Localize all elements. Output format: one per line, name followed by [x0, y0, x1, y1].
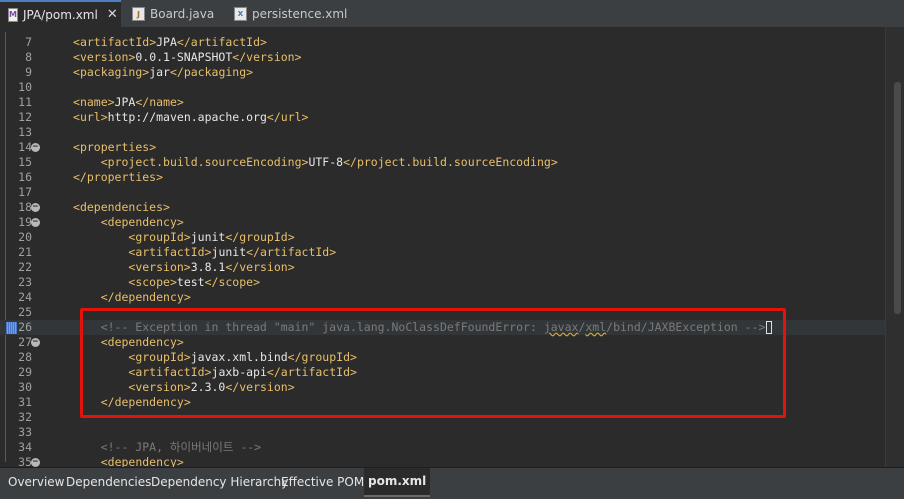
- tab-board-java[interactable]: J Board.java: [124, 2, 224, 26]
- code-line[interactable]: 13: [0, 125, 886, 140]
- code-text: <properties>: [73, 140, 157, 154]
- code-line[interactable]: 15 <project.build.sourceEncoding>UTF-8</…: [0, 155, 886, 170]
- code-line[interactable]: 35− <dependency>: [0, 455, 886, 467]
- line-number: 10: [18, 80, 32, 94]
- fold-collapse-icon[interactable]: −: [31, 203, 40, 212]
- code-line[interactable]: 14− <properties>: [0, 140, 886, 155]
- java-file-icon: J: [132, 7, 145, 21]
- tab-effective-pom[interactable]: Effective POM: [277, 470, 368, 494]
- line-number: 35: [18, 455, 32, 467]
- editor-tab-bar: M JPA/pom.xml ✕ J Board.java X persisten…: [0, 0, 904, 28]
- tab-dependency-hierarchy[interactable]: Dependency Hierarchy: [147, 470, 292, 494]
- code-line[interactable]: 34 <!-- JPA, 하이버네이트 -->: [0, 440, 886, 455]
- fold-collapse-icon[interactable]: −: [31, 143, 40, 152]
- fold-collapse-icon[interactable]: −: [31, 338, 40, 347]
- code-line[interactable]: 24 </dependency>: [0, 290, 886, 305]
- code-line[interactable]: 20 <groupId>junit</groupId>: [0, 230, 886, 245]
- line-number: 7: [25, 35, 32, 49]
- line-number: 27: [18, 335, 32, 349]
- code-text: <artifactId>junit</artifactId>: [128, 245, 337, 259]
- code-text: <version>3.8.1</version>: [128, 260, 295, 274]
- scrollbar-thumb[interactable]: [894, 82, 901, 314]
- overview-ruler: [885, 27, 904, 467]
- line-number: 12: [18, 110, 32, 124]
- line-number: 24: [18, 290, 32, 304]
- code-line[interactable]: 17: [0, 185, 886, 200]
- code-line[interactable]: 9 <packaging>jar</packaging>: [0, 65, 886, 80]
- line-number: 32: [18, 410, 32, 424]
- code-text: <!-- JPA, 하이버네이트 -->: [73, 440, 262, 454]
- line-number: 9: [25, 65, 32, 79]
- code-text: <artifactId>JPA</artifactId>: [73, 35, 267, 49]
- pom-editor-bottom-tabs: Overview Dependencies Dependency Hierarc…: [0, 467, 904, 499]
- code-line[interactable]: 21 <artifactId>junit</artifactId>: [0, 245, 886, 260]
- code-line[interactable]: 8 <version>0.0.1-SNAPSHOT</version>: [0, 50, 886, 65]
- line-number: 14: [18, 140, 32, 154]
- code-text: <url>http://maven.apache.org</url>: [73, 110, 309, 124]
- tab-dependencies[interactable]: Dependencies: [62, 470, 155, 494]
- code-text: <name>JPA</name>: [73, 95, 184, 109]
- tab-pom-xml[interactable]: M JPA/pom.xml ✕: [0, 0, 121, 27]
- code-line[interactable]: 33: [0, 425, 886, 440]
- editor-window: M JPA/pom.xml ✕ J Board.java X persisten…: [0, 0, 904, 499]
- line-number: 8: [25, 50, 32, 64]
- code-text: </properties>: [73, 170, 164, 184]
- code-text: </dependency>: [100, 290, 191, 304]
- line-number: 25: [18, 305, 32, 319]
- line-number: 30: [18, 380, 32, 394]
- tab-overview[interactable]: Overview: [4, 470, 69, 494]
- line-number: 20: [18, 230, 32, 244]
- tab-label: persistence.xml: [252, 7, 348, 21]
- line-number: 19: [18, 215, 32, 229]
- code-text: <groupId>junit</groupId>: [128, 230, 295, 244]
- fold-collapse-icon[interactable]: −: [31, 458, 40, 467]
- code-line[interactable]: 19− <dependency>: [0, 215, 886, 230]
- maven-file-icon: M: [8, 7, 18, 22]
- code-text: <version>0.0.1-SNAPSHOT</version>: [73, 50, 302, 64]
- line-number: 21: [18, 245, 32, 259]
- code-line[interactable]: 18− <dependencies>: [0, 200, 886, 215]
- change-marker-icon: [6, 322, 17, 334]
- line-number: 29: [18, 365, 32, 379]
- code-line[interactable]: 10: [0, 80, 886, 95]
- code-text: <scope>test</scope>: [128, 275, 261, 289]
- line-number: 11: [18, 95, 32, 109]
- line-number: 26: [18, 320, 32, 334]
- code-text: <packaging>jar</packaging>: [73, 65, 254, 79]
- code-line[interactable]: 22 <version>3.8.1</version>: [0, 260, 886, 275]
- fold-collapse-icon[interactable]: −: [31, 218, 40, 227]
- line-number: 23: [18, 275, 32, 289]
- close-icon[interactable]: ✕: [107, 7, 118, 22]
- highlight-annotation-box: [80, 308, 786, 418]
- tab-label: JPA/pom.xml: [22, 7, 98, 22]
- code-editor[interactable]: 7 <artifactId>JPA</artifactId> 8 <version>0…: [0, 27, 904, 467]
- code-line[interactable]: 7 <artifactId>JPA</artifactId>: [0, 35, 886, 50]
- line-number: 17: [18, 185, 32, 199]
- tab-persistence-xml[interactable]: X persistence.xml: [226, 2, 366, 26]
- line-number: 18: [18, 200, 32, 214]
- code-text: <dependency>: [100, 215, 184, 229]
- tab-label: Board.java: [150, 7, 215, 21]
- line-number: 13: [18, 125, 32, 139]
- code-line[interactable]: 16 </properties>: [0, 170, 886, 185]
- xml-file-icon: X: [234, 7, 247, 21]
- code-line[interactable]: 23 <scope>test</scope>: [0, 275, 886, 290]
- code-line[interactable]: 11 <name>JPA</name>: [0, 95, 886, 110]
- code-text: <project.build.sourceEncoding>UTF-8</pro…: [100, 155, 558, 169]
- tab-pom-xml-source[interactable]: pom.xml: [364, 468, 431, 497]
- line-number: 28: [18, 350, 32, 364]
- code-text: <dependencies>: [73, 200, 170, 214]
- line-number: 16: [18, 170, 32, 184]
- code-line[interactable]: 12 <url>http://maven.apache.org</url>: [0, 110, 886, 125]
- line-number: 34: [18, 440, 32, 454]
- line-number: 15: [18, 155, 32, 169]
- code-text: <dependency>: [100, 455, 184, 467]
- line-number: 22: [18, 260, 32, 274]
- line-number: 33: [18, 425, 32, 439]
- line-number: 31: [18, 395, 32, 409]
